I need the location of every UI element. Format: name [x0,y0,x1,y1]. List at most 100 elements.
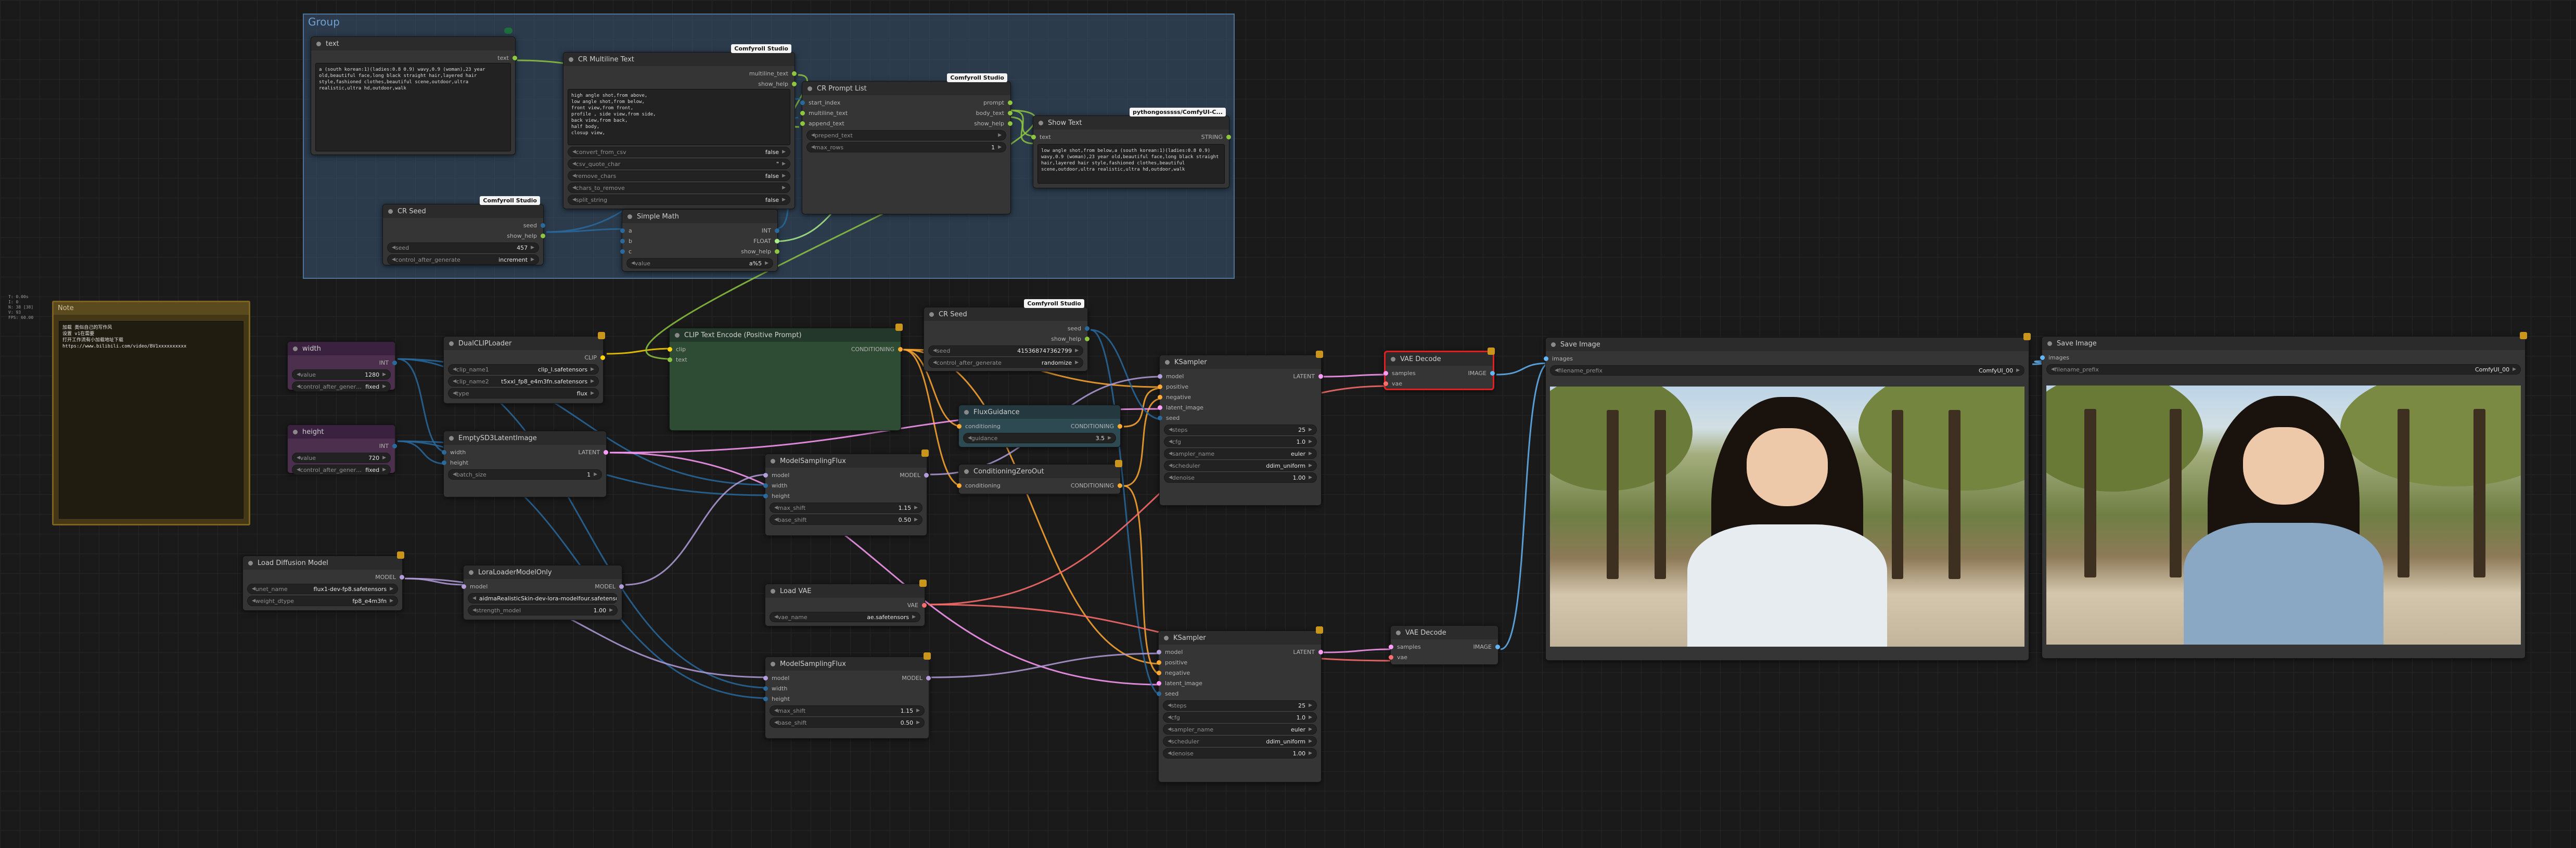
widget-steps[interactable]: ◀ steps 25 ▶ [1164,425,1317,435]
output-pin[interactable] [392,360,397,365]
input-pin[interactable] [1389,644,1393,649]
output-pin[interactable] [392,443,397,448]
widget-max-rows[interactable]: ◀ max_rows 1 ▶ [806,142,1006,152]
increment-arrow-icon[interactable]: ▶ [531,257,534,262]
input-pin[interactable] [763,493,768,498]
node-cr-seed-2[interactable]: Comfyroll Studio CR Seed seed show_help … [924,299,1090,371]
collapse-dot-icon[interactable] [627,214,632,219]
decrement-arrow-icon[interactable]: ◀ [631,261,635,266]
decrement-arrow-icon[interactable]: ◀ [472,608,476,613]
input-pin[interactable] [1383,370,1388,376]
decrement-arrow-icon[interactable]: ◀ [297,455,300,460]
input-pin[interactable] [620,228,625,233]
increment-arrow-icon[interactable]: ▶ [594,472,597,477]
input-pin[interactable] [1158,405,1162,410]
output-pin[interactable] [1495,644,1500,649]
generated-image-preview[interactable] [2046,386,2521,645]
decrement-arrow-icon[interactable]: ◀ [811,145,815,150]
output-pin[interactable] [1085,326,1090,331]
decrement-arrow-icon[interactable]: ◀ [297,384,300,389]
input-pin[interactable] [1157,670,1161,675]
collapse-dot-icon[interactable] [469,570,473,575]
widget-strength-model[interactable]: ◀ strength_model 1.00 ▶ [468,605,618,615]
output-pin[interactable] [922,602,927,608]
widget-cfg[interactable]: ◀ cfg 1.0 ▶ [1164,436,1317,447]
output-pin[interactable] [1118,423,1122,429]
increment-arrow-icon[interactable]: ▶ [1309,715,1312,720]
collapse-dot-icon[interactable] [569,57,573,62]
decrement-arrow-icon[interactable]: ◀ [252,598,255,603]
widget-value[interactable]: ◀ value 720 ▶ [292,453,391,463]
increment-arrow-icon[interactable]: ▶ [591,391,594,396]
node-text[interactable]: text text a (south korean:1)(ladies:0.8 … [311,36,517,155]
input-pin[interactable] [763,472,768,478]
increment-arrow-icon[interactable]: ▶ [916,720,920,725]
node-height[interactable]: height INT ◀ value 720 ▶ ◀ control_after_gene… [287,425,397,475]
node-cr-multiline-text[interactable]: Comfyroll Studio CR Multiline Text multi… [563,44,797,209]
decrement-arrow-icon[interactable]: ◀ [1169,451,1172,456]
collapse-dot-icon[interactable] [388,209,393,214]
widget-base-shift[interactable]: ◀ base_shift 0.50 ▶ [770,515,922,525]
node-cr-prompt-list[interactable]: Comfyroll Studio CR Prompt List start_in… [800,73,1013,214]
decrement-arrow-icon[interactable]: ◀ [297,372,300,377]
decrement-arrow-icon[interactable]: ◀ [1168,751,1171,756]
input-pin[interactable] [1158,394,1162,400]
increment-arrow-icon[interactable]: ▶ [2016,368,2020,373]
increment-arrow-icon[interactable]: ▶ [390,598,393,603]
widget-chars-to-remove[interactable]: ◀ chars_to_remove ▶ [568,183,790,193]
node-show-text[interactable]: pythongosssss/ComfyUI-C... Show Text tex… [1031,108,1231,188]
increment-arrow-icon[interactable]: ▶ [390,586,393,592]
increment-arrow-icon[interactable]: ▶ [1075,360,1079,365]
increment-arrow-icon[interactable]: ▶ [382,384,386,389]
collapse-dot-icon[interactable] [771,661,775,666]
input-pin[interactable] [620,249,625,254]
increment-arrow-icon[interactable]: ▶ [382,372,386,377]
collapse-dot-icon[interactable] [964,469,969,474]
widget-value[interactable]: ◀ value 1280 ▶ [292,369,391,380]
decrement-arrow-icon[interactable]: ◀ [1168,739,1171,744]
widget-max-shift[interactable]: ◀ max_shift 1.15 ▶ [770,705,925,716]
widget-type[interactable]: ◀ type flux ▶ [448,388,599,399]
decrement-arrow-icon[interactable]: ◀ [572,161,576,166]
widget-batch-size[interactable]: ◀ batch_size 1 ▶ [448,469,602,480]
input-pin[interactable] [763,675,768,680]
widget-cfg[interactable]: ◀ cfg 1.0 ▶ [1163,712,1317,723]
node-ksampler[interactable]: KSampler model LATENT positive negative l… [1158,351,1323,506]
increment-arrow-icon[interactable]: ▶ [782,149,786,155]
collapse-dot-icon[interactable] [771,458,775,464]
output-pin[interactable] [1008,100,1013,105]
widget-value[interactable]: ◀ value a%5 ▶ [626,258,773,268]
decrement-arrow-icon[interactable]: ◀ [774,708,778,713]
decrement-arrow-icon[interactable]: ◀ [453,367,456,372]
input-pin[interactable] [462,584,466,589]
increment-arrow-icon[interactable]: ▶ [1309,451,1312,456]
input-pin[interactable] [763,696,768,701]
widget-sampler-name[interactable]: ◀ sampler_name euler ▶ [1163,724,1317,735]
decrement-arrow-icon[interactable]: ◀ [572,149,576,155]
widget-guidance[interactable]: ◀ guidance 3.5 ▶ [963,433,1116,443]
node-clip-text-encode[interactable]: CLIP Text Encode (Positive Prompt) clip C… [668,324,903,431]
decrement-arrow-icon[interactable]: ◀ [2051,367,2055,372]
node-lora-loader-model-only[interactable]: LoraLoaderModelOnly model MODEL ◀lora_nam… [462,565,624,620]
collapse-dot-icon[interactable] [1165,359,1170,365]
decrement-arrow-icon[interactable]: ◀ [968,435,971,441]
decrement-arrow-icon[interactable]: ◀ [392,257,395,262]
output-pin[interactable] [1118,483,1122,488]
output-pin[interactable] [792,71,797,76]
note-text[interactable]: 加载 类似自己的写作风 设置 v1在需要 打开工作流有小加载地址下载 https… [59,321,243,519]
decrement-arrow-icon[interactable]: ◀ [811,133,815,138]
output-pin[interactable] [1085,336,1090,341]
input-pin[interactable] [668,357,672,362]
decrement-arrow-icon[interactable]: ◀ [774,720,778,725]
increment-arrow-icon[interactable]: ▶ [1309,751,1312,756]
increment-arrow-icon[interactable]: ▶ [1309,727,1312,732]
increment-arrow-icon[interactable]: ▶ [1309,463,1312,468]
node-load-diffusion-model[interactable]: Load Diffusion Model MODEL ◀ unet_name flu… [242,551,404,611]
widget-vae-name[interactable]: ◀ vae_name ae.safetensors ▶ [770,612,920,622]
output-pin[interactable] [775,238,779,243]
decrement-arrow-icon[interactable]: ◀ [392,245,395,250]
text-area[interactable]: a (south korean:1)(ladies:0.8 0.9) wavy,… [315,63,511,151]
output-pin[interactable] [1490,370,1495,376]
widget-lora-name[interactable]: ◀lora_nameaidmaRealisticSkin-dev-lora-mo… [468,593,618,603]
widget-scheduler[interactable]: ◀ scheduler ddim_uniform ▶ [1164,460,1317,471]
